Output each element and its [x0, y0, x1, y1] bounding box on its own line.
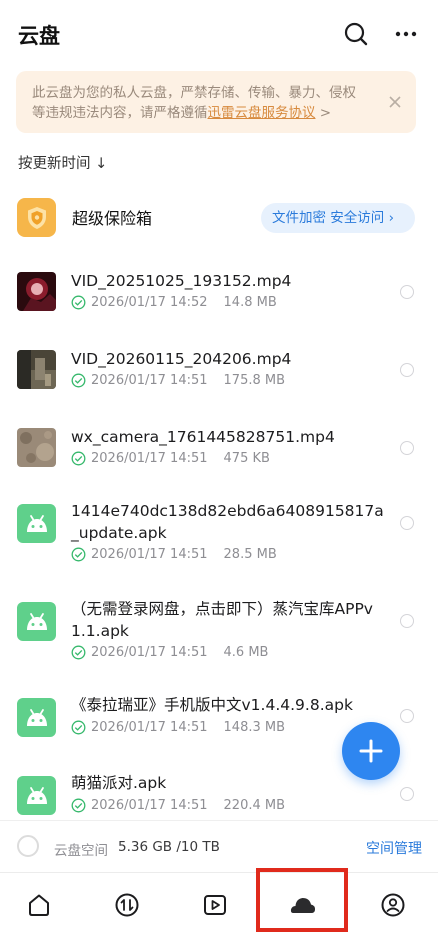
vault-row[interactable]: 超级保险箱 文件加密 安全访问 ›: [0, 194, 438, 244]
file-name: （无需登录网盘，点击即下）蒸汽宝库APPv1.1.apk: [71, 600, 373, 640]
file-date: 2026/01/17 14:51: [91, 645, 208, 660]
select-radio[interactable]: [400, 787, 414, 801]
list-item[interactable]: VID_20251025_193152.mp4 2026/01/17 14:52…: [0, 262, 438, 324]
file-name: 萌猫派对.apk: [71, 774, 167, 792]
page-title: 云盘: [18, 24, 60, 48]
file-name: VID_20251025_193152.mp4: [71, 272, 292, 290]
file-date: 2026/01/17 14:52: [91, 295, 208, 310]
file-name: 1414e740dc138d82ebd6a6408915817a_update.…: [71, 502, 384, 542]
list-item[interactable]: 1414e740dc138d82ebd6a6408915817a_update.…: [0, 496, 438, 580]
check-circle-icon: [71, 720, 86, 735]
file-size: 14.8 MB: [223, 295, 277, 310]
storage-label: 云盘空间: [54, 843, 108, 859]
file-meta: 2026/01/17 14:51 4.6 MB: [71, 645, 268, 660]
check-circle-icon: [71, 373, 86, 388]
file-date: 2026/01/17 14:51: [91, 451, 208, 466]
home-icon[interactable]: [25, 891, 53, 919]
file-name: 《泰拉瑞亚》手机版中文v1.4.4.9.8.apk: [71, 696, 353, 714]
storage-bar: 云盘空间 5.36 GB /10 TB 空间管理: [0, 820, 438, 872]
file-meta: 2026/01/17 14:51 475 KB: [71, 451, 270, 466]
close-icon[interactable]: [386, 93, 404, 111]
file-meta: 2026/01/17 14:51 28.5 MB: [71, 547, 277, 562]
more-icon[interactable]: [392, 20, 420, 48]
video-thumbnail: [17, 272, 56, 311]
file-date: 2026/01/17 14:51: [91, 547, 208, 562]
select-radio[interactable]: [400, 363, 414, 377]
android-icon: [17, 602, 56, 641]
android-icon: [17, 698, 56, 737]
service-agreement-link[interactable]: 迅雷云盘服务协议: [208, 105, 316, 121]
list-item[interactable]: （无需登录网盘，点击即下）蒸汽宝库APPv1.1.apk 2026/01/17 …: [0, 594, 438, 678]
list-item[interactable]: VID_20260115_204206.mp4 2026/01/17 14:51…: [0, 340, 438, 402]
vault-name: 超级保险箱: [72, 209, 153, 228]
file-size: 175.8 MB: [223, 373, 286, 388]
notice-banner: 此云盘为您的私人云盘，严禁存储、传输、暴力、侵权等违规违法内容，请严格遵循迅雷云…: [16, 71, 416, 133]
file-name: VID_20260115_204206.mp4: [71, 350, 292, 368]
file-date: 2026/01/17 14:51: [91, 798, 208, 813]
storage-value: 5.36 GB /10 TB: [118, 839, 220, 855]
list-item[interactable]: wx_camera_1761445828751.mp4 2026/01/17 1…: [0, 418, 438, 480]
vault-access-button[interactable]: 文件加密 安全访问 ›: [261, 203, 415, 233]
check-circle-icon: [71, 295, 86, 310]
storage-usage-ring: [17, 835, 39, 857]
file-meta: 2026/01/17 14:51 220.4 MB: [71, 798, 285, 813]
android-icon: [17, 776, 56, 815]
file-meta: 2026/01/17 14:52 14.8 MB: [71, 295, 277, 310]
file-size: 148.3 MB: [223, 720, 286, 735]
play-icon[interactable]: [201, 891, 229, 919]
manage-space-link[interactable]: 空间管理: [366, 838, 422, 858]
file-size: 475 KB: [223, 451, 270, 466]
check-circle-icon: [71, 645, 86, 660]
file-date: 2026/01/17 14:51: [91, 373, 208, 388]
bottom-tab-bar: [0, 872, 438, 933]
file-meta: 2026/01/17 14:51 175.8 MB: [71, 373, 285, 388]
select-radio[interactable]: [400, 709, 414, 723]
sort-button[interactable]: 按更新时间 ↓: [18, 152, 107, 173]
file-date: 2026/01/17 14:51: [91, 720, 208, 735]
file-name: wx_camera_1761445828751.mp4: [71, 428, 335, 446]
check-circle-icon: [71, 798, 86, 813]
select-radio[interactable]: [400, 614, 414, 628]
file-size: 28.5 MB: [223, 547, 277, 562]
video-thumbnail: [17, 428, 56, 467]
plus-icon: [359, 739, 383, 763]
file-size: 4.6 MB: [223, 645, 269, 660]
android-icon: [17, 504, 56, 543]
highlight-box: [256, 868, 348, 932]
file-meta: 2026/01/17 14:51 148.3 MB: [71, 720, 285, 735]
select-radio[interactable]: [400, 441, 414, 455]
transfer-icon[interactable]: [113, 891, 141, 919]
header: 云盘: [0, 0, 438, 70]
file-size: 220.4 MB: [223, 798, 286, 813]
select-radio[interactable]: [400, 285, 414, 299]
search-icon[interactable]: [342, 20, 370, 48]
profile-icon[interactable]: [379, 891, 407, 919]
shield-icon: [17, 198, 56, 237]
add-button[interactable]: [342, 722, 400, 780]
notice-suffix: >: [315, 105, 332, 121]
check-circle-icon: [71, 547, 86, 562]
video-thumbnail: [17, 350, 56, 389]
check-circle-icon: [71, 451, 86, 466]
select-radio[interactable]: [400, 516, 414, 530]
